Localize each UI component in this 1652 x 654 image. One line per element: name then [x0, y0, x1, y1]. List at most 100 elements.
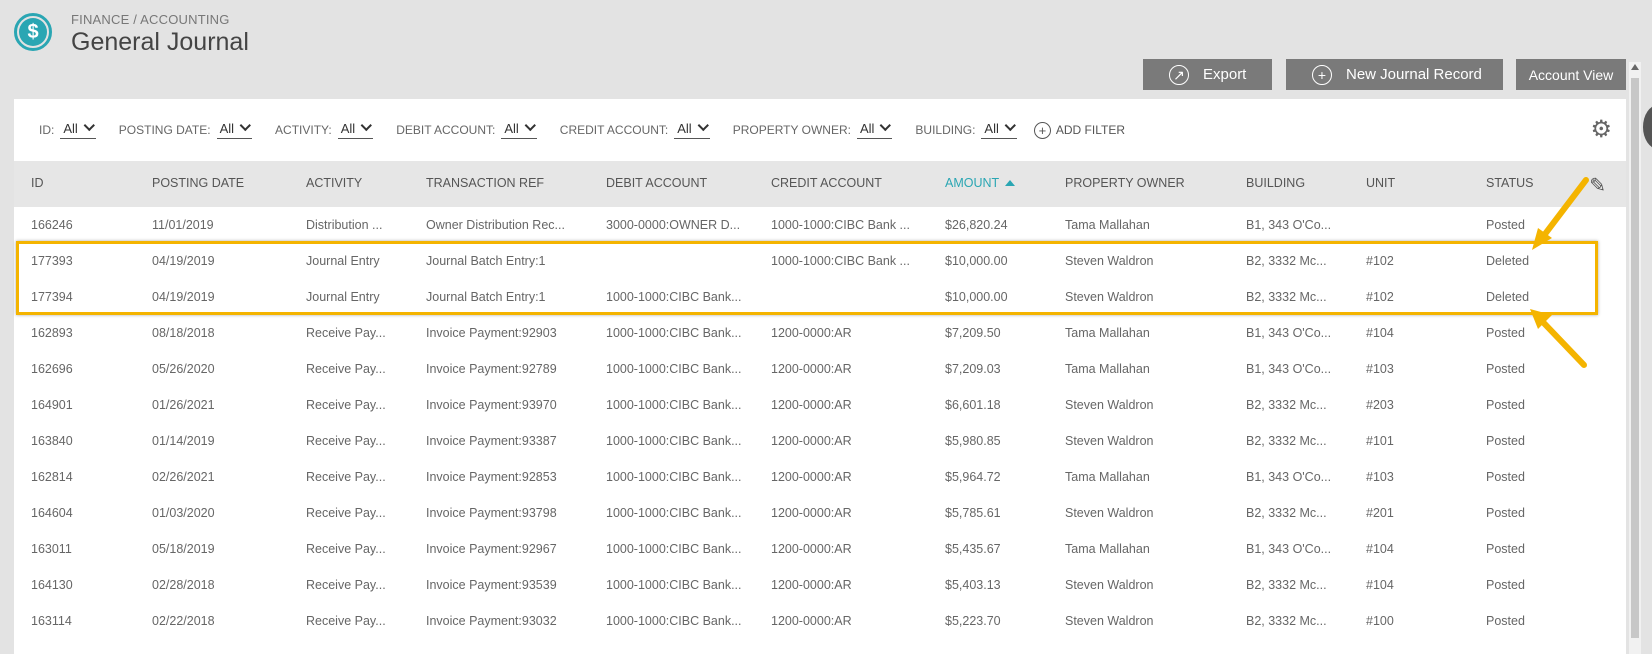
- export-icon: ↗: [1169, 64, 1189, 85]
- scrollbar-thumb[interactable]: [1631, 78, 1639, 638]
- column-header-posting-date[interactable]: POSTING DATE: [152, 176, 244, 190]
- chevron-down-icon: [83, 119, 95, 131]
- cell-building: B2, 3332 Mc...: [1246, 398, 1327, 412]
- cell-credit-account: 1200-0000:AR: [771, 362, 852, 376]
- filter-label: DEBIT ACCOUNT:: [396, 123, 496, 137]
- column-header-unit[interactable]: UNIT: [1366, 176, 1395, 190]
- table-header: ID POSTING DATE ACTIVITY TRANSACTION REF…: [14, 161, 1626, 207]
- chevron-down-icon: [1004, 119, 1016, 131]
- filter-credit-account-select[interactable]: All: [674, 119, 710, 139]
- cell-id: 163114: [31, 614, 72, 628]
- new-journal-record-label: New Journal Record: [1346, 66, 1482, 83]
- table-row[interactable]: 162814 02/26/2021 Receive Pay... Invoice Pa…: [14, 459, 1626, 495]
- cell-activity: Receive Pay...: [306, 506, 386, 520]
- chevron-down-icon: [524, 119, 536, 131]
- cell-transaction-ref: Invoice Payment:93970: [426, 398, 557, 412]
- filter-debit-account: DEBIT ACCOUNT: All: [396, 119, 537, 139]
- cell-id: 162814: [31, 470, 73, 484]
- cell-building: B1, 343 O'Co...: [1246, 470, 1332, 484]
- cell-credit-account: 1200-0000:AR: [771, 578, 852, 592]
- cell-transaction-ref: Invoice Payment:92853: [426, 470, 557, 484]
- cell-amount: $26,820.24: [945, 218, 1008, 232]
- table-row[interactable]: 164901 01/26/2021 Receive Pay... Invoice Pa…: [14, 387, 1626, 423]
- export-button[interactable]: ↗ Export: [1143, 59, 1272, 90]
- cell-posting-date: 02/22/2018: [152, 614, 215, 628]
- pencil-icon[interactable]: ✎: [1589, 173, 1606, 198]
- cell-credit-account: 1000-1000:CIBC Bank ...: [771, 218, 910, 232]
- table-row[interactable]: 163114 02/22/2018 Receive Pay... Invoice Pa…: [14, 603, 1626, 639]
- filter-building-select[interactable]: All: [981, 119, 1017, 139]
- cell-posting-date: 05/26/2020: [152, 362, 215, 376]
- table-row[interactable]: 177393 04/19/2019 Journal Entry Journal Bat…: [14, 243, 1626, 279]
- cell-credit-account: 1200-0000:AR: [771, 434, 852, 448]
- cell-id: 163011: [31, 542, 72, 556]
- column-header-amount[interactable]: AMOUNT: [945, 176, 1016, 190]
- table-row[interactable]: 162893 08/18/2018 Receive Pay... Invoice Pa…: [14, 315, 1626, 351]
- filter-id-select[interactable]: All: [60, 119, 96, 139]
- cell-building: B1, 343 O'Co...: [1246, 362, 1332, 376]
- column-header-activity[interactable]: ACTIVITY: [306, 176, 362, 190]
- column-header-credit-account[interactable]: CREDIT ACCOUNT: [771, 176, 882, 190]
- plus-circle-icon: +: [1312, 64, 1332, 85]
- table-row[interactable]: 177394 04/19/2019 Journal Entry Journal Bat…: [14, 279, 1626, 315]
- cell-credit-account: 1200-0000:AR: [771, 506, 852, 520]
- dollar-icon: $: [19, 18, 47, 46]
- cell-status: Posted: [1486, 218, 1525, 232]
- cell-status: Posted: [1486, 362, 1525, 376]
- table-row[interactable]: 164130 02/28/2018 Receive Pay... Invoice Pa…: [14, 567, 1626, 603]
- app-logo: $: [14, 13, 52, 51]
- journal-panel: ID: All POSTING DATE: All ACTIVITY: All …: [14, 99, 1626, 654]
- filter-label: BUILDING:: [915, 123, 976, 137]
- cell-posting-date: 11/01/2019: [152, 218, 214, 232]
- filter-debit-account-select[interactable]: All: [501, 119, 537, 139]
- column-header-debit-account[interactable]: DEBIT ACCOUNT: [606, 176, 707, 190]
- cell-id: 164604: [31, 506, 73, 520]
- filter-value: All: [859, 121, 875, 136]
- cell-id: 163840: [31, 434, 73, 448]
- cell-posting-date: 04/19/2019: [152, 254, 215, 268]
- table-row[interactable]: 166246 11/01/2019 Distribution ... Owner Di…: [14, 207, 1626, 243]
- table-row[interactable]: 163011 05/18/2019 Receive Pay... Invoice Pa…: [14, 531, 1626, 567]
- cell-status: Posted: [1486, 434, 1525, 448]
- cell-credit-account: 1200-0000:AR: [771, 470, 852, 484]
- cell-unit: #101: [1366, 434, 1394, 448]
- new-journal-record-button[interactable]: + New Journal Record: [1286, 59, 1503, 90]
- cell-building: B1, 343 O'Co...: [1246, 326, 1332, 340]
- filter-posting-date-select[interactable]: All: [216, 119, 253, 139]
- account-view-button[interactable]: Account View: [1516, 59, 1626, 90]
- cell-status: Posted: [1486, 578, 1525, 592]
- cell-property-owner: Tama Mallahan: [1065, 362, 1150, 376]
- avatar[interactable]: [1643, 105, 1652, 149]
- table-row[interactable]: 163840 01/14/2019 Receive Pay... Invoice Pa…: [14, 423, 1626, 459]
- cell-posting-date: 08/18/2018: [152, 326, 215, 340]
- cell-credit-account: 1000-1000:CIBC Bank ...: [771, 254, 910, 268]
- cell-credit-account: 1200-0000:AR: [771, 614, 852, 628]
- cell-property-owner: Tama Mallahan: [1065, 218, 1150, 232]
- column-header-building[interactable]: BUILDING: [1246, 176, 1305, 190]
- column-header-transaction-ref[interactable]: TRANSACTION REF: [426, 176, 544, 190]
- column-header-status[interactable]: STATUS: [1486, 176, 1533, 190]
- cell-status: Posted: [1486, 470, 1525, 484]
- cell-amount: $7,209.03: [945, 362, 1001, 376]
- filter-activity-select[interactable]: All: [337, 119, 374, 139]
- gear-icon[interactable]: ⚙: [1590, 118, 1612, 142]
- scroll-up-icon[interactable]: [1631, 64, 1639, 70]
- cell-status: Posted: [1486, 506, 1525, 520]
- cell-building: B2, 3332 Mc...: [1246, 290, 1327, 304]
- table-row[interactable]: 162696 05/26/2020 Receive Pay... Invoice Pa…: [14, 351, 1626, 387]
- filter-label: PROPERTY OWNER:: [732, 123, 851, 137]
- column-header-property-owner[interactable]: PROPERTY OWNER: [1065, 176, 1185, 190]
- column-header-id[interactable]: ID: [31, 176, 44, 190]
- cell-property-owner: Steven Waldron: [1065, 290, 1154, 304]
- cell-debit-account: 1000-1000:CIBC Bank...: [606, 290, 742, 304]
- cell-id: 166246: [31, 218, 73, 232]
- vertical-scrollbar[interactable]: [1629, 62, 1641, 654]
- filter-property-owner-select[interactable]: All: [856, 119, 893, 139]
- cell-activity: Journal Entry: [306, 254, 380, 268]
- cell-amount: $10,000.00: [945, 290, 1008, 304]
- add-filter-button[interactable]: + ADD FILTER: [1033, 121, 1125, 139]
- cell-activity: Receive Pay...: [306, 326, 386, 340]
- cell-building: B2, 3332 Mc...: [1246, 614, 1327, 628]
- cell-activity: Receive Pay...: [306, 362, 386, 376]
- table-row[interactable]: 164604 01/03/2020 Receive Pay... Invoice Pa…: [14, 495, 1626, 531]
